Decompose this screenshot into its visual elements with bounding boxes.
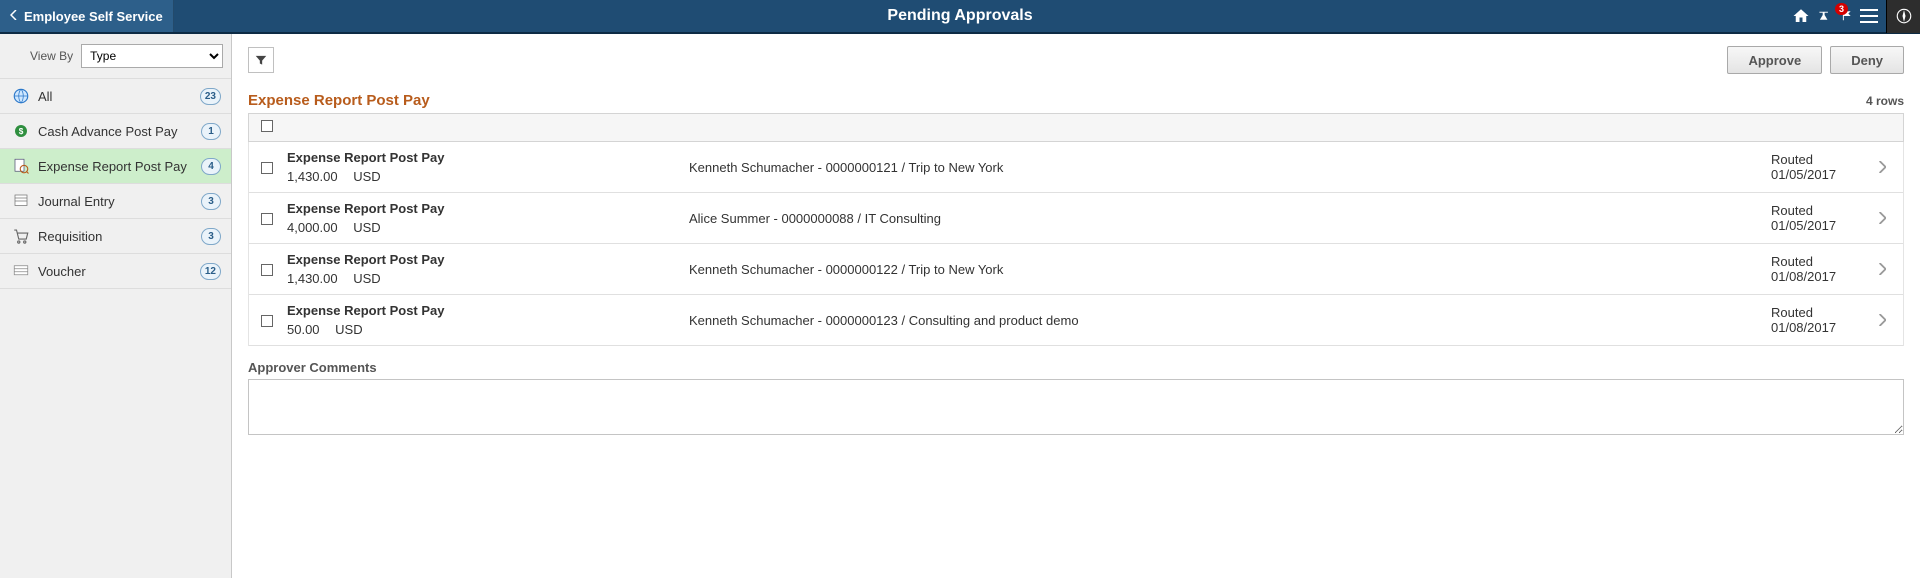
sidebar-item-cash-advance[interactable]: $ Cash Advance Post Pay 1 bbox=[0, 114, 231, 149]
report-icon bbox=[8, 157, 34, 175]
sidebar-item-all[interactable]: All 23 bbox=[0, 79, 231, 114]
row-status: Routed bbox=[1771, 254, 1861, 269]
row-status-col: Routed 01/05/2017 bbox=[1771, 203, 1861, 233]
list-item[interactable]: Expense Report Post Pay 50.00 USD Kennet… bbox=[249, 295, 1903, 346]
voucher-icon bbox=[8, 262, 34, 280]
select-all-checkbox[interactable] bbox=[261, 120, 273, 132]
row-description: Kenneth Schumacher - 0000000121 / Trip t… bbox=[689, 160, 1759, 175]
sidebar-item-requisition[interactable]: Requisition 3 bbox=[0, 219, 231, 254]
row-description: Alice Summer - 0000000088 / IT Consultin… bbox=[689, 211, 1759, 226]
viewby-select[interactable]: Type bbox=[81, 44, 223, 68]
chevron-left-icon bbox=[10, 10, 18, 23]
chevron-right-icon bbox=[1873, 161, 1891, 173]
row-currency: USD bbox=[353, 169, 380, 184]
row-amount-line: 1,430.00 USD bbox=[287, 169, 677, 184]
filter-button[interactable] bbox=[248, 47, 274, 73]
viewby-label: View By bbox=[30, 49, 73, 63]
notifications-icon[interactable]: 3 bbox=[1818, 0, 1852, 33]
app-header: Employee Self Service Pending Approvals … bbox=[0, 0, 1920, 34]
sidebar-item-label: Requisition bbox=[34, 229, 201, 244]
sidebar-item-journal[interactable]: Journal Entry 3 bbox=[0, 184, 231, 219]
row-title: Expense Report Post Pay bbox=[287, 150, 677, 165]
row-count: 4 rows bbox=[1866, 94, 1904, 108]
sidebar-item-count: 1 bbox=[201, 123, 221, 140]
row-status: Routed bbox=[1771, 152, 1861, 167]
content: Approve Deny Expense Report Post Pay 4 r… bbox=[232, 34, 1920, 578]
main: View By Type All 23 $ Cash Advance Post … bbox=[0, 34, 1920, 578]
page-title: Pending Approvals bbox=[887, 7, 1032, 25]
section-title: Expense Report Post Pay bbox=[248, 92, 430, 109]
notification-badge: 3 bbox=[1835, 3, 1848, 15]
row-title: Expense Report Post Pay bbox=[287, 303, 677, 318]
row-date: 01/08/2017 bbox=[1771, 320, 1861, 335]
chevron-right-icon bbox=[1873, 263, 1891, 275]
sidebar-item-count: 3 bbox=[201, 228, 221, 245]
sidebar-item-voucher[interactable]: Voucher 12 bbox=[0, 254, 231, 289]
sidebar-item-label: All bbox=[34, 89, 200, 104]
row-checkbox[interactable] bbox=[261, 264, 273, 276]
row-currency: USD bbox=[335, 322, 362, 337]
row-status-col: Routed 01/08/2017 bbox=[1771, 305, 1861, 335]
sidebar: View By Type All 23 $ Cash Advance Post … bbox=[0, 34, 232, 578]
home-icon[interactable] bbox=[1784, 0, 1818, 33]
row-description: Kenneth Schumacher - 0000000122 / Trip t… bbox=[689, 262, 1759, 277]
filter-icon bbox=[254, 53, 268, 67]
row-amount: 50.00 bbox=[287, 322, 320, 337]
row-date: 01/05/2017 bbox=[1771, 167, 1861, 182]
back-label: Employee Self Service bbox=[24, 9, 163, 24]
row-date: 01/05/2017 bbox=[1771, 218, 1861, 233]
sidebar-item-label: Journal Entry bbox=[34, 194, 201, 209]
back-link[interactable]: Employee Self Service bbox=[0, 0, 174, 32]
journal-icon bbox=[8, 192, 34, 210]
compass-icon[interactable] bbox=[1886, 0, 1920, 33]
row-title: Expense Report Post Pay bbox=[287, 252, 677, 267]
row-checkbox[interactable] bbox=[261, 162, 273, 174]
sidebar-item-count: 12 bbox=[200, 263, 221, 280]
comments-label: Approver Comments bbox=[248, 360, 1904, 375]
section-header: Expense Report Post Pay 4 rows bbox=[248, 92, 1904, 109]
menu-icon[interactable] bbox=[1852, 0, 1886, 33]
row-status: Routed bbox=[1771, 305, 1861, 320]
row-status-col: Routed 01/08/2017 bbox=[1771, 254, 1861, 284]
row-checkbox[interactable] bbox=[261, 213, 273, 225]
sidebar-item-count: 3 bbox=[201, 193, 221, 210]
row-amount-line: 50.00 USD bbox=[287, 322, 677, 337]
row-description: Kenneth Schumacher - 0000000123 / Consul… bbox=[689, 313, 1759, 328]
list-item[interactable]: Expense Report Post Pay 1,430.00 USD Ken… bbox=[249, 244, 1903, 295]
approver-comments-input[interactable] bbox=[248, 379, 1904, 435]
select-all-row bbox=[248, 113, 1904, 142]
deny-button[interactable]: Deny bbox=[1830, 46, 1904, 74]
row-currency: USD bbox=[353, 271, 380, 286]
row-status-col: Routed 01/05/2017 bbox=[1771, 152, 1861, 182]
row-title: Expense Report Post Pay bbox=[287, 201, 677, 216]
approval-list: Expense Report Post Pay 1,430.00 USD Ken… bbox=[248, 142, 1904, 346]
row-amount-line: 1,430.00 USD bbox=[287, 271, 677, 286]
sidebar-item-label: Expense Report Post Pay bbox=[34, 159, 201, 174]
row-amount: 1,430.00 bbox=[287, 271, 338, 286]
sidebar-item-label: Voucher bbox=[34, 264, 200, 279]
toolbar: Approve Deny bbox=[248, 46, 1904, 74]
row-amount: 4,000.00 bbox=[287, 220, 338, 235]
sidebar-item-count: 4 bbox=[201, 158, 221, 175]
header-actions: 3 bbox=[1784, 0, 1920, 32]
list-item[interactable]: Expense Report Post Pay 4,000.00 USD Ali… bbox=[249, 193, 1903, 244]
globe-icon bbox=[8, 87, 34, 105]
sidebar-item-count: 23 bbox=[200, 88, 221, 105]
row-amount-line: 4,000.00 USD bbox=[287, 220, 677, 235]
cash-icon: $ bbox=[8, 122, 34, 140]
approve-button[interactable]: Approve bbox=[1727, 46, 1822, 74]
row-currency: USD bbox=[353, 220, 380, 235]
sidebar-item-expense-report[interactable]: Expense Report Post Pay 4 bbox=[0, 149, 231, 184]
row-date: 01/08/2017 bbox=[1771, 269, 1861, 284]
sidebar-item-label: Cash Advance Post Pay bbox=[34, 124, 201, 139]
cart-icon bbox=[8, 227, 34, 245]
row-checkbox[interactable] bbox=[261, 315, 273, 327]
svg-text:$: $ bbox=[19, 127, 24, 136]
chevron-right-icon bbox=[1873, 212, 1891, 224]
row-amount: 1,430.00 bbox=[287, 169, 338, 184]
row-status: Routed bbox=[1771, 203, 1861, 218]
chevron-right-icon bbox=[1873, 314, 1891, 326]
viewby-row: View By Type bbox=[0, 34, 231, 79]
list-item[interactable]: Expense Report Post Pay 1,430.00 USD Ken… bbox=[249, 142, 1903, 193]
